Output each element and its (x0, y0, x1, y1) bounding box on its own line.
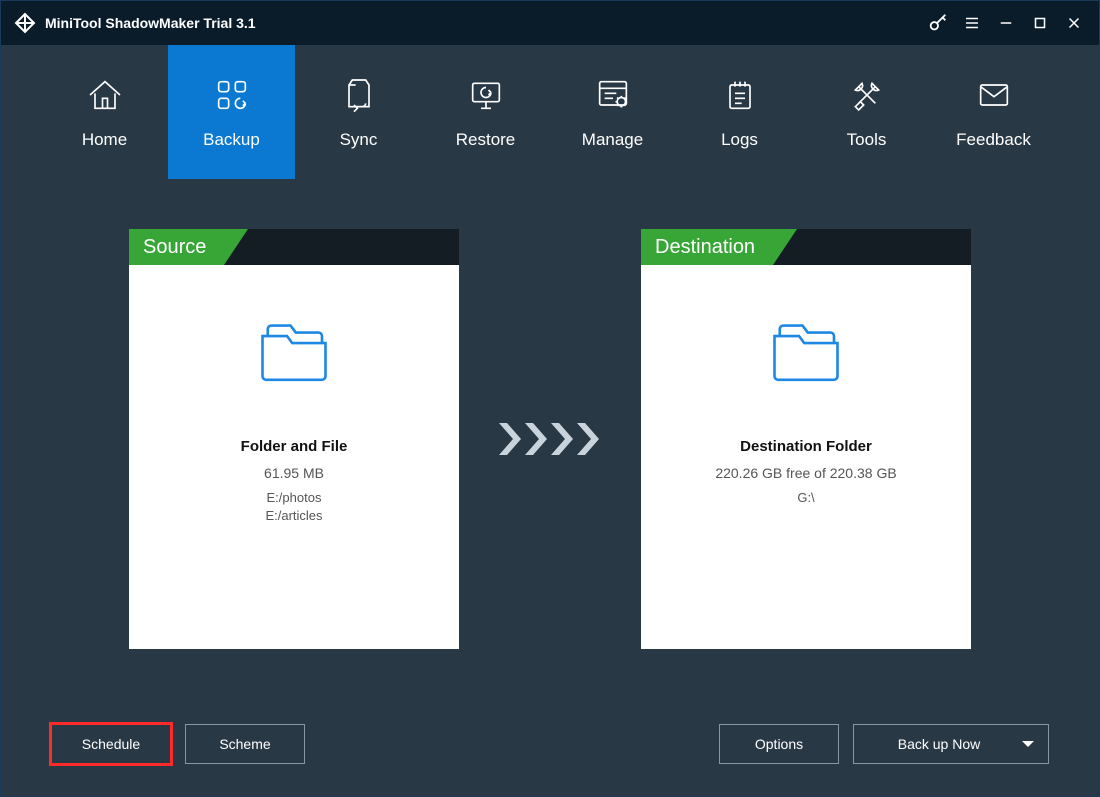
nav-sync[interactable]: Sync (295, 45, 422, 179)
minimize-button[interactable] (989, 1, 1023, 45)
destination-path: G:\ (797, 489, 814, 507)
chevron-down-icon (1022, 741, 1034, 747)
source-title: Folder and File (241, 438, 348, 455)
button-label: Back up Now (898, 736, 980, 752)
close-button[interactable] (1057, 1, 1091, 45)
nav-label: Feedback (956, 130, 1031, 150)
transfer-chevrons-icon (495, 419, 605, 459)
nav-label: Backup (203, 130, 260, 150)
destination-free: 220.26 GB free of 220.38 GB (715, 465, 896, 481)
nav-label: Logs (721, 130, 758, 150)
nav-backup[interactable]: Backup (168, 45, 295, 179)
nav-restore[interactable]: Restore (422, 45, 549, 179)
source-paths: E:/photos E:/articles (265, 489, 322, 524)
nav-home[interactable]: Home (41, 45, 168, 179)
destination-panel-body: Destination Folder 220.26 GB free of 220… (641, 265, 971, 649)
scheme-button[interactable]: Scheme (185, 724, 305, 764)
panels-row: Source Folder and File 61.95 MB E:/photo… (129, 229, 971, 649)
button-label: Options (755, 736, 803, 752)
folder-icon (249, 315, 339, 390)
restore-icon (466, 74, 506, 116)
folder-icon (761, 315, 851, 390)
nav-label: Sync (340, 130, 378, 150)
activate-key-icon[interactable] (921, 1, 955, 45)
maximize-button[interactable] (1023, 1, 1057, 45)
nav-feedback[interactable]: Feedback (930, 45, 1057, 179)
nav-label: Restore (456, 130, 516, 150)
nav-label: Home (82, 130, 127, 150)
destination-panel-header: Destination (641, 229, 971, 265)
destination-tag: Destination (641, 229, 773, 265)
destination-panel[interactable]: Destination Destination Folder 220.26 GB… (641, 229, 971, 649)
logs-icon (720, 74, 760, 116)
source-panel-body: Folder and File 61.95 MB E:/photos E:/ar… (129, 265, 459, 649)
schedule-button[interactable]: Schedule (51, 724, 171, 764)
source-tag: Source (129, 229, 224, 265)
nav-logs[interactable]: Logs (676, 45, 803, 179)
content-area: Source Folder and File 61.95 MB E:/photo… (1, 179, 1099, 796)
manage-icon (593, 74, 633, 116)
nav-manage[interactable]: Manage (549, 45, 676, 179)
tools-icon (847, 74, 887, 116)
menu-icon[interactable] (955, 1, 989, 45)
navbar: Home Backup Sync Restore Manage (1, 45, 1099, 179)
destination-title: Destination Folder (740, 438, 872, 455)
feedback-icon (974, 74, 1014, 116)
app-logo-icon (13, 11, 37, 35)
source-size: 61.95 MB (264, 465, 324, 481)
nav-label: Manage (582, 130, 643, 150)
titlebar: MiniTool ShadowMaker Trial 3.1 (1, 1, 1099, 45)
backup-now-button[interactable]: Back up Now (853, 724, 1049, 764)
button-label: Schedule (82, 736, 140, 752)
app-title: MiniTool ShadowMaker Trial 3.1 (45, 15, 256, 31)
source-panel-header: Source (129, 229, 459, 265)
bottombar: Schedule Scheme Options Back up Now (1, 724, 1099, 764)
button-label: Scheme (219, 736, 270, 752)
backup-icon (212, 74, 252, 116)
nav-tools[interactable]: Tools (803, 45, 930, 179)
sync-icon (339, 74, 379, 116)
options-button[interactable]: Options (719, 724, 839, 764)
app-window: MiniTool ShadowMaker Trial 3.1 Home (0, 0, 1100, 797)
home-icon (85, 74, 125, 116)
source-panel[interactable]: Source Folder and File 61.95 MB E:/photo… (129, 229, 459, 649)
nav-label: Tools (847, 130, 887, 150)
